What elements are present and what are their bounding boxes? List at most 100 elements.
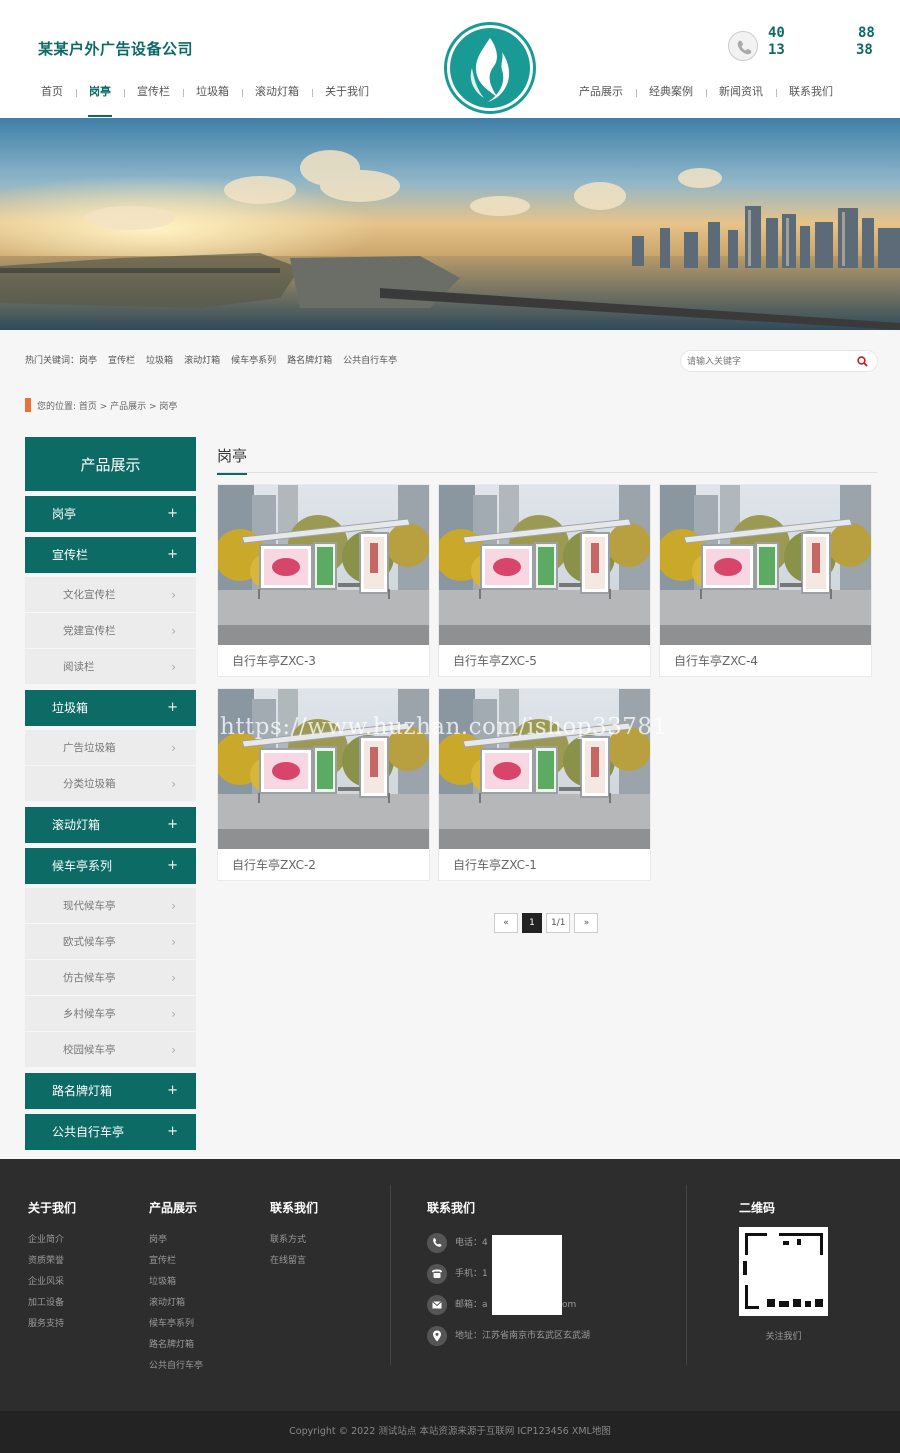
- search-input[interactable]: [687, 354, 847, 370]
- footer-link[interactable]: 资质荣誉: [28, 1251, 76, 1272]
- product-card[interactable]: 自行车亭ZXC-4: [659, 484, 872, 677]
- expand-plus-icon[interactable]: +: [167, 807, 178, 843]
- nav-about[interactable]: 关于我们: [312, 70, 382, 116]
- expand-plus-icon[interactable]: +: [167, 537, 178, 573]
- chevron-right-icon: ›: [171, 777, 176, 791]
- sidebar-sub-item[interactable]: 分类垃圾箱 ›: [25, 766, 196, 802]
- phone-line-1-start: 40: [768, 25, 785, 41]
- product-card[interactable]: 自行车亭ZXC-5: [438, 484, 651, 677]
- nav-news[interactable]: 新闻资讯: [706, 70, 776, 116]
- footer-link[interactable]: 候车亭系列: [149, 1314, 203, 1335]
- product-image[interactable]: [439, 689, 650, 849]
- sidebar-cat-label: 公共自行车亭: [52, 1125, 125, 1139]
- nav-contact[interactable]: 联系我们: [776, 70, 846, 116]
- sidebar-cat-bike-shelter[interactable]: 公共自行车亭 +: [25, 1114, 196, 1150]
- content-title: 岗亭: [217, 445, 248, 475]
- site-footer: 关于我们 企业简介 资质荣誉 企业风采 加工设备 服务支持 产品展示 岗亭 宣传…: [0, 1159, 900, 1411]
- sidebar-sub-item[interactable]: 校园候车亭 ›: [25, 1032, 196, 1068]
- sidebar-cat-street-sign[interactable]: 路名牌灯箱 +: [25, 1073, 196, 1109]
- chevron-right-icon: ›: [171, 1043, 176, 1057]
- sidebar-cat-billboard[interactable]: 宣传栏 +: [25, 537, 196, 573]
- keyword-link[interactable]: 候车亭系列: [231, 353, 276, 366]
- footer-link[interactable]: 滚动灯箱: [149, 1293, 203, 1314]
- company-name[interactable]: 某某户外广告设备公司: [38, 38, 193, 59]
- contact-email-text: 邮箱：a: [455, 1300, 488, 1310]
- contact-phone-text: 电话：4: [455, 1238, 488, 1248]
- nav-scroll-lightbox[interactable]: 滚动灯箱: [242, 70, 312, 116]
- footer-link[interactable]: 公共自行车亭: [149, 1356, 203, 1377]
- footer-link[interactable]: 企业风采: [28, 1272, 76, 1293]
- breadcrumb-text[interactable]: 您的位置: 首页 > 产品展示 > 岗亭: [37, 399, 177, 412]
- nav-home[interactable]: 首页: [28, 70, 76, 116]
- product-name[interactable]: 自行车亭ZXC-2: [232, 856, 316, 873]
- telephone-icon: [427, 1264, 447, 1284]
- sidebar-sub-item[interactable]: 文化宣传栏 ›: [25, 577, 196, 613]
- search-box: [680, 350, 878, 372]
- footer-link[interactable]: 联系方式: [270, 1230, 318, 1251]
- keyword-link[interactable]: 垃圾箱: [146, 353, 173, 366]
- footer-link[interactable]: 服务支持: [28, 1314, 76, 1335]
- nav-cases[interactable]: 经典案例: [636, 70, 706, 116]
- footer-link[interactable]: 路名牌灯箱: [149, 1335, 203, 1356]
- search-icon[interactable]: [857, 356, 868, 367]
- footer-about-col: 关于我们 企业简介 资质荣誉 企业风采 加工设备 服务支持: [28, 1199, 76, 1335]
- footer-link[interactable]: 在线留言: [270, 1251, 318, 1272]
- footer-link[interactable]: 企业简介: [28, 1230, 76, 1251]
- pagination: « 1 1/1 »: [494, 913, 599, 933]
- product-name[interactable]: 自行车亭ZXC-3: [232, 652, 316, 669]
- page-number-current[interactable]: 1: [522, 913, 542, 933]
- keyword-link[interactable]: 路名牌灯箱: [287, 353, 332, 366]
- redaction-block: [492, 1235, 562, 1315]
- product-name[interactable]: 自行车亭ZXC-4: [674, 652, 758, 669]
- next-page-button[interactable]: »: [574, 913, 599, 933]
- expand-plus-icon[interactable]: +: [167, 848, 178, 884]
- sidebar-sub-item[interactable]: 广告垃圾箱 ›: [25, 730, 196, 766]
- sidebar-sub-item[interactable]: 党建宣传栏 ›: [25, 613, 196, 649]
- sidebar-cat-bus-shelter[interactable]: 候车亭系列 +: [25, 848, 196, 884]
- product-image[interactable]: [660, 485, 871, 645]
- product-card[interactable]: 自行车亭ZXC-3: [217, 484, 430, 677]
- expand-plus-icon[interactable]: +: [167, 1114, 178, 1150]
- sidebar-sub-item[interactable]: 仿古候车亭 ›: [25, 960, 196, 996]
- sidebar-sub-item[interactable]: 欧式候车亭 ›: [25, 924, 196, 960]
- product-image[interactable]: [218, 485, 429, 645]
- product-image[interactable]: [218, 689, 429, 849]
- footer-link[interactable]: 宣传栏: [149, 1251, 203, 1272]
- bus-shelter-photo: [218, 485, 429, 645]
- hot-keywords: 热门关键词：岗亭 宣传栏 垃圾箱 滚动灯箱 候车亭系列 路名牌灯箱 公共自行车亭: [25, 353, 397, 366]
- product-name[interactable]: 自行车亭ZXC-1: [453, 856, 537, 873]
- product-image[interactable]: [439, 485, 650, 645]
- site-logo[interactable]: [444, 22, 536, 114]
- sidebar-subgroup: 现代候车亭 › 欧式候车亭 › 仿古候车亭 › 乡村候车亭 › 校园候车亭 ›: [25, 884, 196, 1068]
- footer-link[interactable]: 垃圾箱: [149, 1272, 203, 1293]
- nav-products[interactable]: 产品展示: [566, 70, 636, 116]
- expand-plus-icon[interactable]: +: [167, 496, 178, 532]
- expand-plus-icon[interactable]: +: [167, 1073, 178, 1109]
- keyword-link[interactable]: 滚动灯箱: [184, 353, 220, 366]
- nav-booth[interactable]: 岗亭: [76, 70, 124, 117]
- keyword-link[interactable]: 岗亭: [79, 356, 97, 366]
- chevron-right-icon: ›: [171, 741, 176, 755]
- sidebar-sub-item[interactable]: 乡村候车亭 ›: [25, 996, 196, 1032]
- chevron-right-icon: ›: [171, 624, 176, 638]
- prev-page-button[interactable]: «: [494, 913, 518, 933]
- sidebar-sub-item[interactable]: 阅读栏 ›: [25, 649, 196, 685]
- expand-plus-icon[interactable]: +: [167, 690, 178, 726]
- sidebar-cat-scroll-lightbox[interactable]: 滚动灯箱 +: [25, 807, 196, 843]
- keyword-link[interactable]: 公共自行车亭: [343, 353, 397, 366]
- bus-shelter-photo: [439, 485, 650, 645]
- sidebar-subgroup: 文化宣传栏 › 党建宣传栏 › 阅读栏 ›: [25, 573, 196, 685]
- sidebar-cat-trash-bin[interactable]: 垃圾箱 +: [25, 690, 196, 726]
- keyword-link[interactable]: 宣传栏: [108, 353, 135, 366]
- contact-address-text: 地址：江苏省南京市玄武区玄武湖: [455, 1331, 591, 1341]
- sidebar-sub-item[interactable]: 现代候车亭 ›: [25, 888, 196, 924]
- sidebar-cat-booth[interactable]: 岗亭 +: [25, 496, 196, 532]
- footer-link[interactable]: 加工设备: [28, 1293, 76, 1314]
- chevron-right-icon: ›: [171, 588, 176, 602]
- nav-billboard[interactable]: 宣传栏: [124, 70, 183, 116]
- sidebar-cat-label: 滚动灯箱: [52, 818, 101, 832]
- footer-link[interactable]: 岗亭: [149, 1230, 203, 1251]
- product-name[interactable]: 自行车亭ZXC-5: [453, 652, 537, 669]
- nav-trash-bin[interactable]: 垃圾箱: [183, 70, 242, 116]
- bus-shelter-photo: [439, 689, 650, 849]
